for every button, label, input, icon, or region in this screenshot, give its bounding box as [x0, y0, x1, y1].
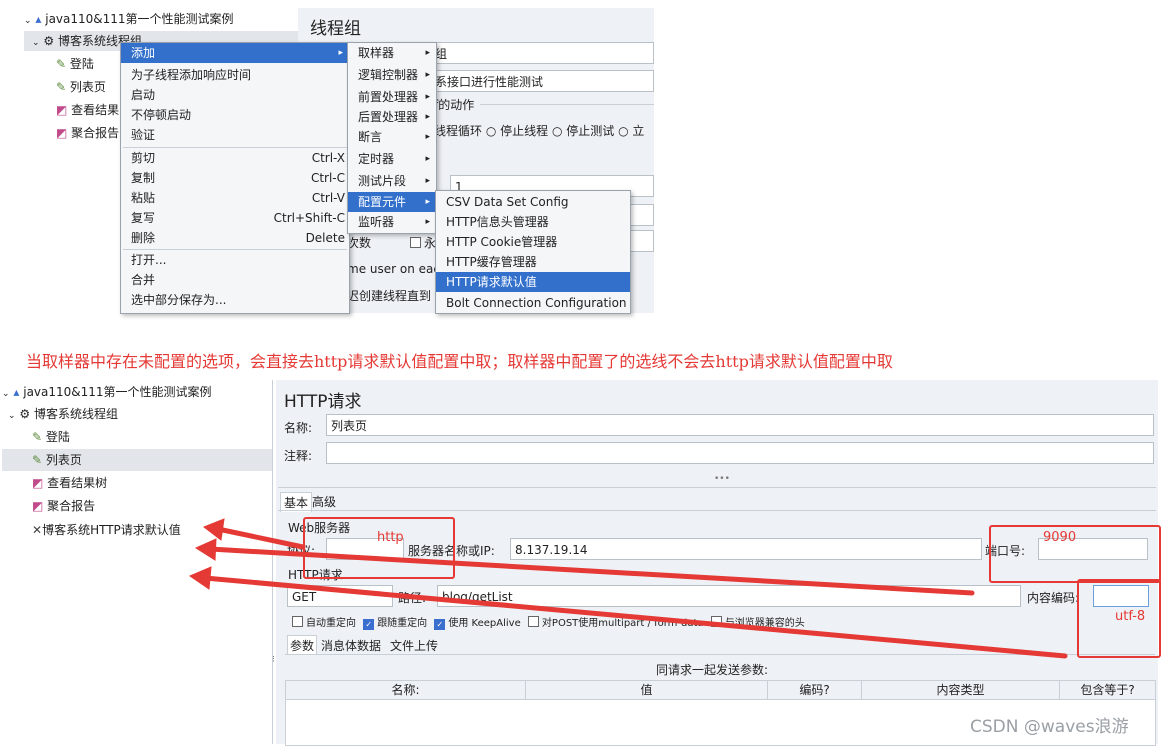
arrow-head [194, 538, 217, 561]
arrow-head [188, 566, 212, 590]
watermark: CSDN @waves浪游 [970, 717, 1129, 737]
arrow-head [202, 518, 225, 541]
annotation-arrows [188, 518, 1068, 659]
arrow-protocol [215, 526, 306, 550]
